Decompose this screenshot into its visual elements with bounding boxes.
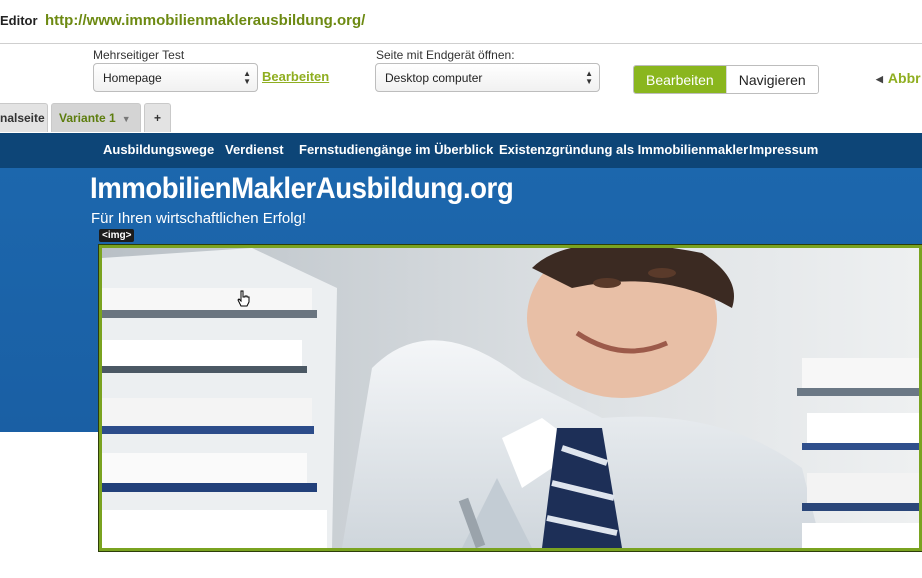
tab-variant-1[interactable]: Variante 1 ▼ bbox=[51, 103, 141, 132]
tab-original[interactable]: nalseite bbox=[0, 103, 48, 132]
app-name: Editor bbox=[0, 13, 38, 28]
cancel-link[interactable]: ◀ Abbr bbox=[876, 70, 921, 86]
device-label: Seite mit Endgerät öffnen: bbox=[376, 48, 515, 62]
hand-cursor-icon bbox=[237, 290, 250, 307]
nav-item-impressum[interactable]: Impressum bbox=[749, 142, 818, 157]
site-navigation: Ausbildungswege Verdienst Fernstudiengän… bbox=[0, 133, 922, 168]
element-type-badge: <img> bbox=[99, 229, 135, 242]
navigate-mode-button[interactable]: Navigieren bbox=[725, 66, 818, 93]
hero-photo bbox=[102, 248, 919, 548]
edit-test-link[interactable]: Bearbeiten bbox=[262, 69, 329, 84]
hero-image[interactable] bbox=[98, 244, 922, 552]
add-variant-tab[interactable]: + bbox=[144, 103, 171, 132]
nav-item-ausbildungswege[interactable]: Ausbildungswege bbox=[103, 142, 214, 157]
test-page-select[interactable]: Homepage ▲ ▼ bbox=[93, 63, 258, 92]
caret-down-icon[interactable]: ▼ bbox=[122, 114, 131, 124]
site-tagline: Für Ihren wirtschaftlichen Erfolg! bbox=[91, 210, 307, 227]
edit-mode-button[interactable]: Bearbeiten bbox=[634, 66, 726, 93]
updown-icon: ▲ ▼ bbox=[585, 69, 593, 86]
caret-left-icon: ◀ bbox=[876, 74, 883, 84]
site-title[interactable]: ImmobilienMaklerAusbildung.org bbox=[90, 172, 514, 206]
cancel-link-label: Abbr bbox=[887, 70, 921, 86]
test-page-select-value: Homepage bbox=[103, 71, 162, 85]
device-select-value: Desktop computer bbox=[385, 71, 483, 85]
page-url[interactable]: http://www.immobilienmaklerausbildung.or… bbox=[45, 12, 365, 29]
nav-item-verdienst[interactable]: Verdienst bbox=[225, 142, 284, 157]
tab-variant-1-label: Variante 1 bbox=[59, 111, 116, 125]
test-label: Mehrseitiger Test bbox=[93, 48, 185, 62]
add-variant-label: + bbox=[153, 111, 161, 125]
editor-topbar: Editor http://www.immobilienmaklerausbil… bbox=[0, 0, 922, 44]
tab-original-label: nalseite bbox=[0, 111, 45, 125]
device-select[interactable]: Desktop computer ▲ ▼ bbox=[375, 63, 600, 92]
updown-icon: ▲ ▼ bbox=[243, 69, 251, 86]
nav-item-existenzgruendung[interactable]: Existenzgründung als Immobilienmakler bbox=[499, 142, 748, 157]
nav-item-fernstudiengaenge[interactable]: Fernstudiengänge im Überblick bbox=[299, 142, 493, 157]
mode-toggle: Bearbeiten Navigieren bbox=[633, 65, 819, 94]
books-left bbox=[102, 248, 337, 548]
